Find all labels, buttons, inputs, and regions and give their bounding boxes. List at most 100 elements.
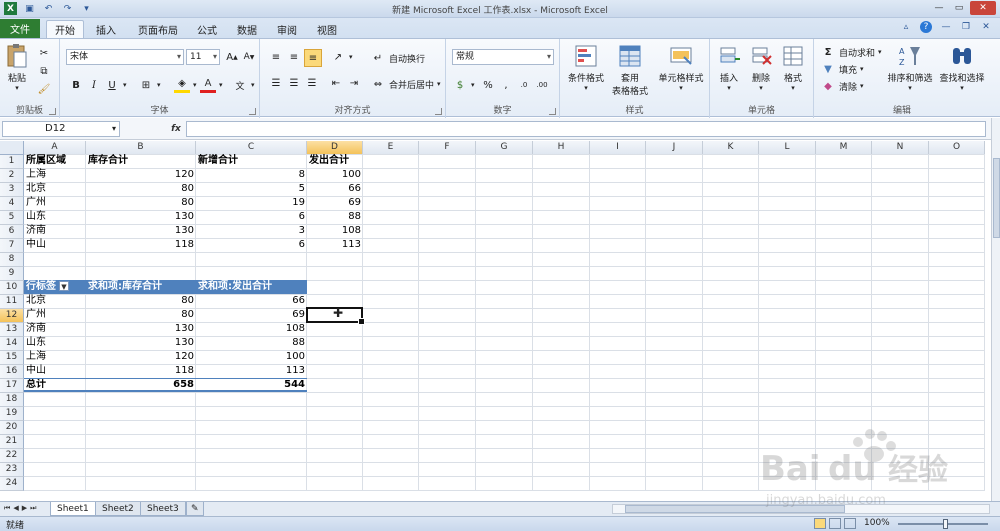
row-header[interactable]: 11 [0,295,24,309]
tab-review[interactable]: 审阅 [270,20,304,38]
cell[interactable]: 120 [86,168,196,182]
vertical-scroll-thumb[interactable] [993,158,1000,238]
fill-color-icon[interactable]: ◈ ▾ [174,77,197,93]
last-sheet-icon[interactable]: ⏭ [30,504,36,513]
row-header[interactable]: 8 [0,253,24,267]
cell[interactable]: 80 [86,196,196,210]
cell[interactable]: 5 [196,182,307,196]
column-header[interactable]: J [646,141,703,155]
tab-page-layout[interactable]: 页面布局 [130,20,186,38]
tab-home[interactable]: 开始 [46,20,84,38]
column-header[interactable]: E [363,141,419,155]
cell[interactable]: 100 [196,350,307,364]
decrease-decimal-icon[interactable]: .00 [534,77,550,93]
row-header[interactable]: 3 [0,183,24,197]
orientation-icon[interactable]: ↗ ▾ [330,49,353,65]
column-header[interactable]: H [533,141,590,155]
normal-view-icon[interactable] [814,518,826,529]
cell[interactable]: 北京 [24,182,86,196]
cell[interactable]: 130 [86,210,196,224]
cell[interactable]: 6 [196,238,307,252]
clear-button[interactable]: ◆ 清除 ▾ [820,78,863,94]
cell[interactable]: 88 [196,336,307,350]
cell[interactable]: 19 [196,196,307,210]
cell[interactable]: 广州 [24,308,86,322]
sheet-tab-1[interactable]: Sheet1 [50,502,96,516]
increase-indent-icon[interactable]: ⇥ [346,75,362,91]
cell[interactable]: 北京 [24,294,86,308]
cell[interactable]: 130 [86,224,196,238]
underline-button[interactable]: U ▾ [104,77,126,93]
align-bottom-icon[interactable]: ≡ [304,49,322,67]
sheet-tab-2[interactable]: Sheet2 [95,502,141,516]
copy-icon[interactable]: ⧉ [36,63,52,79]
cell[interactable]: 库存合计 [86,154,196,168]
name-box[interactable]: D12 [2,121,120,137]
cell[interactable]: 上海 [24,350,86,364]
format-painter-icon[interactable]: 🖌 [36,81,52,97]
row-header[interactable]: 5 [0,211,24,225]
shrink-font-icon[interactable]: A ▼ [241,49,257,65]
workbook-minimize-icon[interactable]: — [940,21,952,33]
delete-cells-button[interactable]: 删除 ▾ [746,43,776,92]
cell[interactable]: 108 [307,224,363,238]
row-header[interactable]: 19 [0,407,24,421]
column-header[interactable]: K [703,141,759,155]
align-left-icon[interactable]: ☰ [268,75,284,91]
cell[interactable]: 发出合计 [307,154,363,168]
column-header[interactable]: O [929,141,985,155]
borders-icon[interactable]: ⊞ ▾ [138,77,161,93]
vertical-scrollbar[interactable] [991,118,1000,501]
cell[interactable]: 求和项:发出合计 [196,280,307,294]
italic-button[interactable]: I [86,77,102,93]
decrease-indent-icon[interactable]: ⇤ [328,75,344,91]
align-right-icon[interactable]: ☰ [304,75,320,91]
cell[interactable]: 113 [307,238,363,252]
zoom-level[interactable]: 100% [864,518,890,528]
cell[interactable]: 130 [86,336,196,350]
format-cells-button[interactable]: 格式 ▾ [778,43,808,92]
wrap-text-button[interactable]: ↵ 自动换行 [370,50,425,66]
number-launcher-icon[interactable] [549,108,556,115]
formula-input[interactable] [186,121,986,137]
page-layout-view-icon[interactable] [829,518,841,529]
cell[interactable]: 80 [86,308,196,322]
next-sheet-icon[interactable]: ▶ [22,504,27,513]
cell[interactable]: 8 [196,168,307,182]
cell[interactable]: 100 [307,168,363,182]
close-icon[interactable]: ✕ [970,1,996,15]
cell[interactable]: 所属区域 [24,154,86,168]
tab-data[interactable]: 数据 [230,20,264,38]
increase-decimal-icon[interactable]: .0 [516,77,532,93]
column-header[interactable]: A [24,141,86,155]
row-header[interactable]: 24 [0,477,24,491]
cell[interactable]: 544 [196,378,307,392]
cell[interactable]: 山东 [24,210,86,224]
cell[interactable]: 中山 [24,364,86,378]
phonetic-icon[interactable]: 文 ▾ [232,77,254,93]
clipboard-launcher-icon[interactable] [49,108,56,115]
sort-filter-button[interactable]: AZ 排序和筛选 ▾ [884,43,936,92]
font-size-select[interactable]: 11 [186,49,220,65]
row-header[interactable]: 4 [0,197,24,211]
cell[interactable]: 3 [196,224,307,238]
align-center-icon[interactable]: ☰ [286,75,302,91]
first-sheet-icon[interactable]: ⏮ [4,504,10,513]
horizontal-scroll-thumb[interactable] [625,505,845,513]
row-header[interactable]: 13 [0,323,24,337]
align-middle-icon[interactable]: ≡ [286,49,302,65]
row-header[interactable]: 20 [0,421,24,435]
currency-icon[interactable]: $ ▾ [452,77,475,93]
cell[interactable]: 济南 [24,322,86,336]
fill-button[interactable]: ▼ 填充 ▾ [820,61,863,77]
row-header[interactable]: 21 [0,435,24,449]
bold-button[interactable]: B [68,77,84,93]
row-header[interactable]: 1 [0,155,24,169]
column-header[interactable]: C [196,141,307,155]
column-header[interactable]: G [476,141,533,155]
pivot-row-labels-header[interactable]: 行标签 ▼ [24,280,86,294]
cell[interactable]: 130 [86,322,196,336]
row-header[interactable]: 10 [0,281,24,295]
cell[interactable]: 新增合计 [196,154,307,168]
column-header[interactable]: D [307,141,363,155]
